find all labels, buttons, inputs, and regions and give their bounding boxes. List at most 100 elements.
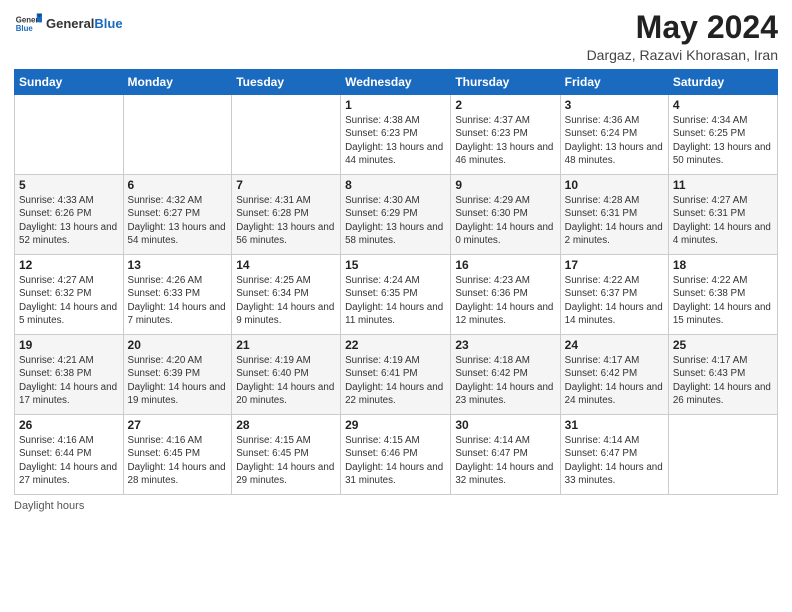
calendar-day-cell: 6 Sunrise: 4:32 AM Sunset: 6:27 PM Daylig… xyxy=(123,175,232,255)
calendar-day-cell xyxy=(123,95,232,175)
day-number: 4 xyxy=(673,98,773,112)
day-number: 16 xyxy=(455,258,555,272)
day-header-thursday: Thursday xyxy=(451,70,560,95)
day-info: Sunrise: 4:15 AM Sunset: 6:46 PM Dayligh… xyxy=(345,434,446,487)
calendar-day-cell: 23Sunrise: 4:18 AM Sunset: 6:42 PM Dayli… xyxy=(451,335,560,415)
logo-blue: Blue xyxy=(94,16,122,31)
svg-text:Blue: Blue xyxy=(16,24,34,33)
day-header-tuesday: Tuesday xyxy=(232,70,341,95)
day-number: 5 xyxy=(19,178,119,192)
month-title: May 2024 xyxy=(587,10,778,45)
calendar-day-cell: 30 Sunrise: 4:14 AM Sunset: 6:47 PM Dayli… xyxy=(451,415,560,495)
day-info: Sunrise: 4:29 AM Sunset: 6:30 PM Dayligh… xyxy=(455,194,555,247)
calendar-day-cell: 20Sunrise: 4:20 AM Sunset: 6:39 PM Dayli… xyxy=(123,335,232,415)
calendar-day-cell: 7Sunrise: 4:31 AM Sunset: 6:28 PM Daylig… xyxy=(232,175,341,255)
day-info: Sunrise: 4:21 AM Sunset: 6:38 PM Dayligh… xyxy=(19,354,119,407)
day-info: Sunrise: 4:23 AM Sunset: 6:36 PM Dayligh… xyxy=(455,274,555,327)
calendar-week-row: 5Sunrise: 4:33 AM Sunset: 6:26 PM Daylig… xyxy=(15,175,778,255)
day-number: 10 xyxy=(565,178,664,192)
day-number: 15 xyxy=(345,258,446,272)
day-info: Sunrise: 4:14 AM Sunset: 6:47 PM Dayligh… xyxy=(455,434,555,487)
calendar-day-cell: 3 Sunrise: 4:36 AM Sunset: 6:24 PM Daylig… xyxy=(560,95,668,175)
day-info: Sunrise: 4:14 AM Sunset: 6:47 PM Dayligh… xyxy=(565,434,664,487)
day-number: 27 xyxy=(128,418,228,432)
calendar-day-cell: 13Sunrise: 4:26 AM Sunset: 6:33 PM Dayli… xyxy=(123,255,232,335)
calendar-day-cell: 18 Sunrise: 4:22 AM Sunset: 6:38 PM Dayli… xyxy=(668,255,777,335)
calendar-week-row: 1Sunrise: 4:38 AM Sunset: 6:23 PM Daylig… xyxy=(15,95,778,175)
day-header-friday: Friday xyxy=(560,70,668,95)
calendar-day-cell: 19 Sunrise: 4:21 AM Sunset: 6:38 PM Dayli… xyxy=(15,335,124,415)
day-info: Sunrise: 4:22 AM Sunset: 6:37 PM Dayligh… xyxy=(565,274,664,327)
logo: General Blue GeneralBlue xyxy=(14,10,123,38)
calendar-day-cell: 28Sunrise: 4:15 AM Sunset: 6:45 PM Dayli… xyxy=(232,415,341,495)
day-number: 29 xyxy=(345,418,446,432)
calendar-header-row: SundayMondayTuesdayWednesdayThursdayFrid… xyxy=(15,70,778,95)
day-number: 9 xyxy=(455,178,555,192)
day-info: Sunrise: 4:30 AM Sunset: 6:29 PM Dayligh… xyxy=(345,194,446,247)
calendar-day-cell: 24 Sunrise: 4:17 AM Sunset: 6:42 PM Dayli… xyxy=(560,335,668,415)
day-number: 1 xyxy=(345,98,446,112)
calendar-week-row: 12Sunrise: 4:27 AM Sunset: 6:32 PM Dayli… xyxy=(15,255,778,335)
day-number: 11 xyxy=(673,178,773,192)
calendar-day-cell: 25 Sunrise: 4:17 AM Sunset: 6:43 PM Dayli… xyxy=(668,335,777,415)
day-number: 26 xyxy=(19,418,119,432)
day-info: Sunrise: 4:27 AM Sunset: 6:31 PM Dayligh… xyxy=(673,194,773,247)
day-header-saturday: Saturday xyxy=(668,70,777,95)
day-number: 2 xyxy=(455,98,555,112)
calendar-day-cell: 16 Sunrise: 4:23 AM Sunset: 6:36 PM Dayli… xyxy=(451,255,560,335)
day-number: 20 xyxy=(128,338,228,352)
day-number: 12 xyxy=(19,258,119,272)
calendar-day-cell: 21Sunrise: 4:19 AM Sunset: 6:40 PM Dayli… xyxy=(232,335,341,415)
day-info: Sunrise: 4:25 AM Sunset: 6:34 PM Dayligh… xyxy=(236,274,336,327)
day-number: 13 xyxy=(128,258,228,272)
day-number: 19 xyxy=(19,338,119,352)
day-info: Sunrise: 4:37 AM Sunset: 6:23 PM Dayligh… xyxy=(455,114,555,167)
day-number: 28 xyxy=(236,418,336,432)
day-number: 14 xyxy=(236,258,336,272)
day-number: 24 xyxy=(565,338,664,352)
day-info: Sunrise: 4:16 AM Sunset: 6:44 PM Dayligh… xyxy=(19,434,119,487)
calendar-day-cell: 12Sunrise: 4:27 AM Sunset: 6:32 PM Dayli… xyxy=(15,255,124,335)
calendar-day-cell: 11 Sunrise: 4:27 AM Sunset: 6:31 PM Dayli… xyxy=(668,175,777,255)
day-number: 30 xyxy=(455,418,555,432)
day-number: 21 xyxy=(236,338,336,352)
day-info: Sunrise: 4:24 AM Sunset: 6:35 PM Dayligh… xyxy=(345,274,446,327)
day-header-wednesday: Wednesday xyxy=(341,70,451,95)
day-number: 3 xyxy=(565,98,664,112)
day-info: Sunrise: 4:28 AM Sunset: 6:31 PM Dayligh… xyxy=(565,194,664,247)
calendar-week-row: 19 Sunrise: 4:21 AM Sunset: 6:38 PM Dayli… xyxy=(15,335,778,415)
day-number: 6 xyxy=(128,178,228,192)
day-number: 8 xyxy=(345,178,446,192)
day-info: Sunrise: 4:32 AM Sunset: 6:27 PM Dayligh… xyxy=(128,194,228,247)
day-info: Sunrise: 4:17 AM Sunset: 6:42 PM Dayligh… xyxy=(565,354,664,407)
logo-icon: General Blue xyxy=(14,10,42,38)
calendar-day-cell xyxy=(15,95,124,175)
day-info: Sunrise: 4:34 AM Sunset: 6:25 PM Dayligh… xyxy=(673,114,773,167)
calendar-day-cell: 9 Sunrise: 4:29 AM Sunset: 6:30 PM Daylig… xyxy=(451,175,560,255)
daylight-hours-label: Daylight hours xyxy=(14,500,84,512)
calendar-day-cell: 10 Sunrise: 4:28 AM Sunset: 6:31 PM Dayli… xyxy=(560,175,668,255)
day-info: Sunrise: 4:16 AM Sunset: 6:45 PM Dayligh… xyxy=(128,434,228,487)
day-number: 22 xyxy=(345,338,446,352)
calendar-day-cell: 17 Sunrise: 4:22 AM Sunset: 6:37 PM Dayli… xyxy=(560,255,668,335)
day-info: Sunrise: 4:18 AM Sunset: 6:42 PM Dayligh… xyxy=(455,354,555,407)
calendar-day-cell: 26 Sunrise: 4:16 AM Sunset: 6:44 PM Dayli… xyxy=(15,415,124,495)
calendar-day-cell: 22 Sunrise: 4:19 AM Sunset: 6:41 PM Dayli… xyxy=(341,335,451,415)
day-header-monday: Monday xyxy=(123,70,232,95)
page: General Blue GeneralBlue May 2024 Dargaz… xyxy=(0,0,792,612)
day-info: Sunrise: 4:36 AM Sunset: 6:24 PM Dayligh… xyxy=(565,114,664,167)
calendar-day-cell: 8 Sunrise: 4:30 AM Sunset: 6:29 PM Daylig… xyxy=(341,175,451,255)
day-number: 18 xyxy=(673,258,773,272)
day-info: Sunrise: 4:17 AM Sunset: 6:43 PM Dayligh… xyxy=(673,354,773,407)
calendar-day-cell: 4 Sunrise: 4:34 AM Sunset: 6:25 PM Daylig… xyxy=(668,95,777,175)
day-info: Sunrise: 4:22 AM Sunset: 6:38 PM Dayligh… xyxy=(673,274,773,327)
day-info: Sunrise: 4:19 AM Sunset: 6:41 PM Dayligh… xyxy=(345,354,446,407)
logo-general: General xyxy=(46,16,94,31)
day-info: Sunrise: 4:31 AM Sunset: 6:28 PM Dayligh… xyxy=(236,194,336,247)
header: General Blue GeneralBlue May 2024 Dargaz… xyxy=(14,10,778,63)
location-subtitle: Dargaz, Razavi Khorasan, Iran xyxy=(587,47,778,63)
calendar-day-cell: 29 Sunrise: 4:15 AM Sunset: 6:46 PM Dayli… xyxy=(341,415,451,495)
day-number: 17 xyxy=(565,258,664,272)
day-number: 25 xyxy=(673,338,773,352)
calendar-day-cell xyxy=(232,95,341,175)
